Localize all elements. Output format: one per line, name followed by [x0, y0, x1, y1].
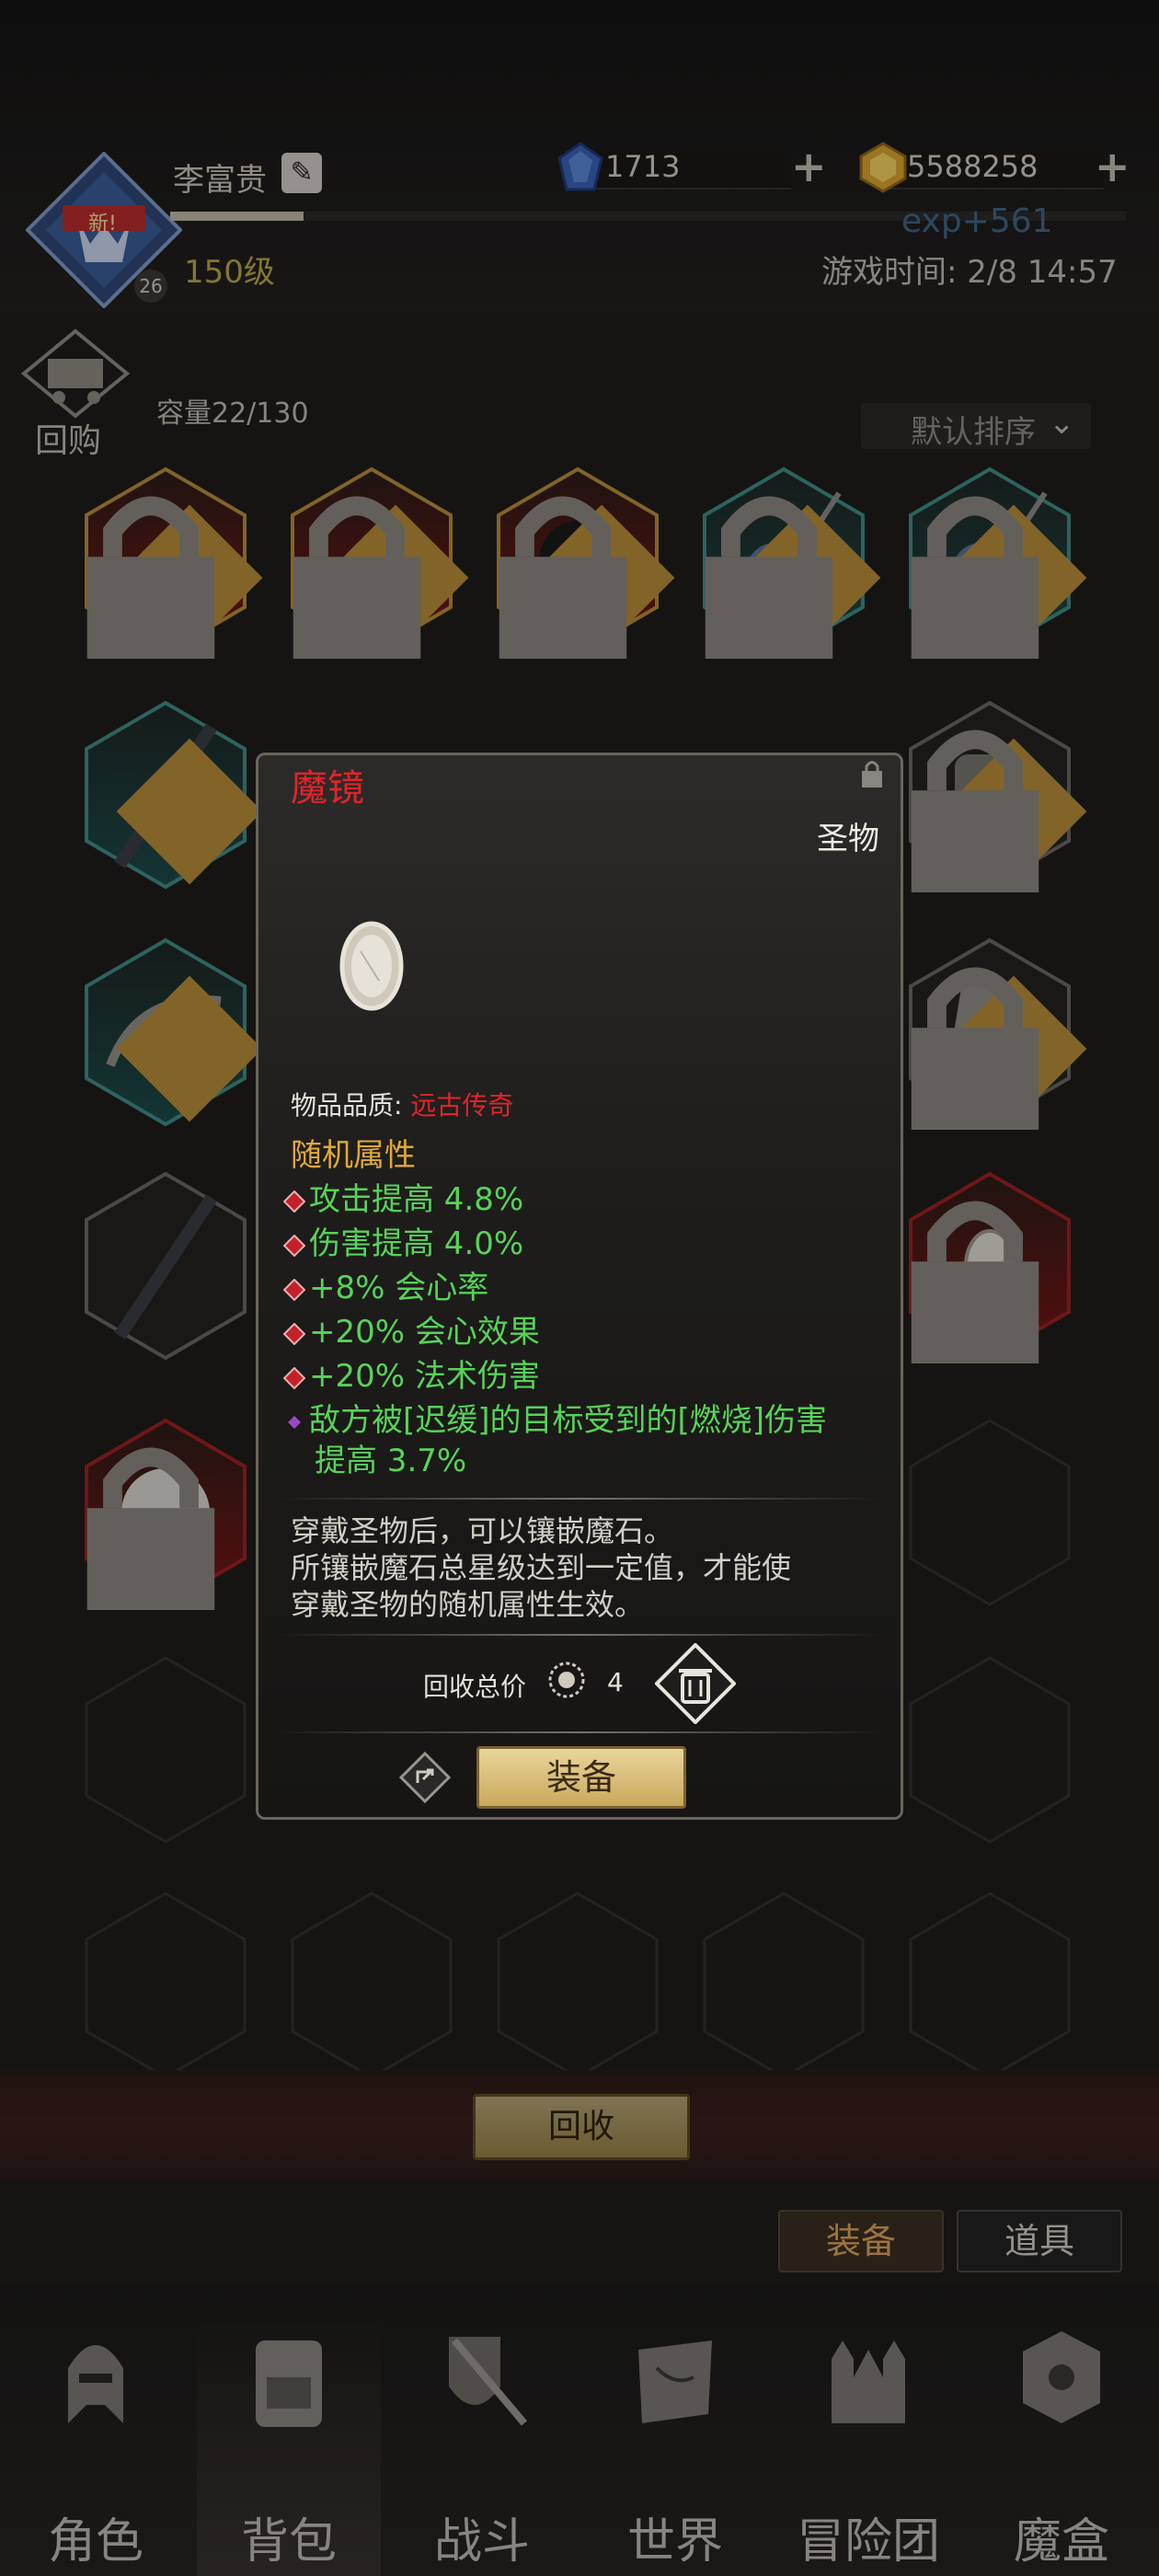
- attribute-row: +20% 会心效果: [283, 1306, 540, 1351]
- coin-icon: [548, 1662, 585, 1698]
- red-gem-icon: [283, 1234, 305, 1257]
- item-type: 圣物: [817, 821, 879, 857]
- share-icon[interactable]: [399, 1752, 451, 1803]
- attribute-row: +8% 会心率: [283, 1262, 488, 1307]
- red-gem-icon: [283, 1322, 305, 1345]
- item-description: 穿戴圣物后，可以镶嵌魔石。 所镶嵌魔石总星级达到一定值，才能使 穿戴圣物的随机属…: [291, 1513, 792, 1622]
- special-attribute-row-cont: 提高 3.7%: [315, 1443, 467, 1479]
- attribute-row: +20% 法术伤害: [283, 1351, 540, 1396]
- divider: [276, 1498, 883, 1500]
- item-quality: 物品品质: 远古传奇: [291, 1086, 513, 1122]
- red-gem-icon: [283, 1366, 305, 1389]
- attribute-row: 伤害提高 4.0%: [283, 1218, 523, 1263]
- recycle-total-label: 回收总价: [423, 1672, 527, 1702]
- trash-icon[interactable]: [655, 1643, 736, 1724]
- special-attribute-row: 敌方被[迟缓]的目标受到的[燃烧]伤害: [283, 1395, 827, 1440]
- item-name: 魔镜: [291, 767, 364, 810]
- purple-gem-icon: [288, 1415, 301, 1429]
- lock-icon[interactable]: [859, 758, 885, 789]
- red-gem-icon: [283, 1278, 305, 1301]
- divider: [276, 1634, 883, 1636]
- mirror-icon: [339, 921, 404, 1011]
- attribute-row: 攻击提高 4.8%: [283, 1174, 523, 1219]
- quality-label: 物品品质:: [291, 1090, 403, 1121]
- equip-button[interactable]: 装备: [476, 1746, 686, 1809]
- quality-value: 远古传奇: [410, 1090, 514, 1121]
- recycle-total-value: 4: [607, 1667, 624, 1697]
- random-attributes-title: 随机属性: [291, 1137, 416, 1174]
- red-gem-icon: [283, 1190, 305, 1213]
- divider: [276, 1731, 883, 1733]
